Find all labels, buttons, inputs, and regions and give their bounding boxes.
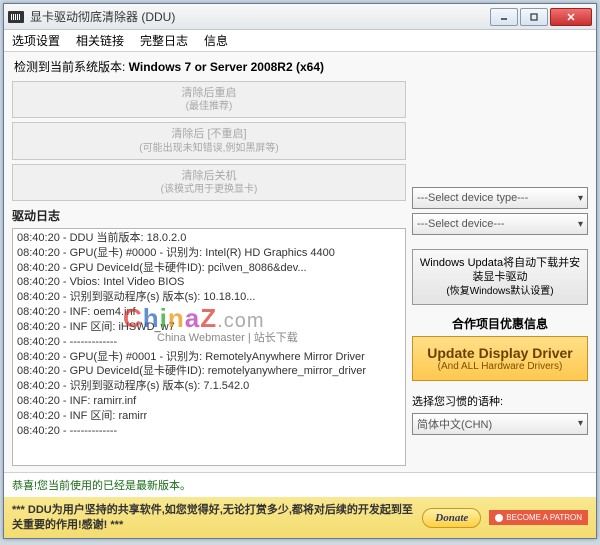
log-label: 驱动日志 [12, 207, 406, 224]
log-line: 08:40:20 - GPU(显卡) #0001 - 识别为: Remotely… [17, 350, 401, 365]
log-line: 08:40:20 - ------------- [17, 335, 401, 350]
log-line: 08:40:20 - 识别到驱动程序(s) 版本(s): 7.1.542.0 [17, 379, 401, 394]
window-title: 显卡驱动彻底清除器 (DDU) [30, 8, 490, 25]
donate-button[interactable]: Donate [422, 508, 481, 528]
device-select[interactable]: ---Select device--- [412, 213, 588, 235]
close-button[interactable] [550, 8, 592, 26]
version-prefix: 检测到当前系统版本: [14, 60, 129, 74]
clear-restart-button: 清除后重启 (最佳推荐) [12, 81, 406, 118]
menu-options[interactable]: 选项设置 [12, 32, 60, 49]
log-line: 08:40:20 - ------------- [17, 424, 401, 439]
language-label: 选择您习惯的语种: [412, 393, 588, 409]
device-type-select[interactable]: ---Select device type--- [412, 187, 588, 209]
menu-links[interactable]: 相关链接 [76, 32, 124, 49]
patron-button[interactable]: BECOME A PATRON [489, 510, 588, 525]
update-driver-button[interactable]: Update Display Driver (And ALL Hardware … [412, 336, 588, 381]
minimize-button[interactable] [490, 8, 518, 26]
clear-norestart-button: 清除后 [不重启] (可能出现未知错误,例如黑屏等) [12, 122, 406, 159]
main-area: 清除后重启 (最佳推荐) 清除后 [不重启] (可能出现未知错误,例如黑屏等) … [4, 81, 596, 472]
app-icon [8, 11, 24, 23]
version-row: 检测到当前系统版本: Windows 7 or Server 2008R2 (x… [4, 52, 596, 81]
log-line: 08:40:20 - INF: oem4.inf [17, 305, 401, 320]
footer: *** DDU为用户坚持的共享软件,如您觉得好,无论打赏多少,都将对后续的开发起… [4, 497, 596, 538]
right-column: ---Select device type--- ---Select devic… [412, 81, 588, 466]
content-area: 检测到当前系统版本: Windows 7 or Server 2008R2 (x… [4, 52, 596, 538]
windows-update-button[interactable]: Windows Updata将自动下载并安装显卡驱动 (恢复Windows默认设… [412, 249, 588, 305]
menubar: 选项设置 相关链接 完整日志 信息 [4, 30, 596, 52]
window-controls [490, 8, 592, 26]
log-box[interactable]: 08:40:20 - DDU 当前版本: 18.0.2.0 08:40:20 -… [12, 228, 406, 467]
version-value: Windows 7 or Server 2008R2 (x64) [129, 60, 324, 74]
left-column: 清除后重启 (最佳推荐) 清除后 [不重启] (可能出现未知错误,例如黑屏等) … [12, 81, 406, 466]
status-bar: 恭喜!您当前使用的已经是最新版本。 [4, 472, 596, 497]
menu-logs[interactable]: 完整日志 [140, 32, 188, 49]
titlebar: 显卡驱动彻底清除器 (DDU) [4, 4, 596, 30]
clear-shutdown-button: 清除后关机 (该模式用于更换显卡) [12, 164, 406, 201]
log-line: 08:40:20 - GPU DeviceId(显卡硬件ID): remotel… [17, 364, 401, 379]
footer-text: *** DDU为用户坚持的共享软件,如您觉得好,无论打赏多少,都将对后续的开发起… [12, 503, 414, 532]
log-line: 08:40:20 - GPU DeviceId(显卡硬件ID): pci\ven… [17, 261, 401, 276]
log-line: 08:40:20 - INF: ramirr.inf [17, 394, 401, 409]
app-window: 显卡驱动彻底清除器 (DDU) 选项设置 相关链接 完整日志 信息 检测到当前系… [3, 3, 597, 539]
partner-label: 合作项目优惠信息 [412, 315, 588, 332]
log-line: 08:40:20 - DDU 当前版本: 18.0.2.0 [17, 231, 401, 246]
maximize-button[interactable] [520, 8, 548, 26]
log-line: 08:40:20 - GPU(显卡) #0000 - 识别为: Intel(R)… [17, 246, 401, 261]
menu-info[interactable]: 信息 [204, 32, 228, 49]
log-line: 08:40:20 - Vbios: Intel Video BIOS [17, 275, 401, 290]
language-select[interactable]: 简体中文(CHN) [412, 413, 588, 435]
log-line: 08:40:20 - INF 区间: iHSWD_w7 [17, 320, 401, 335]
log-line: 08:40:20 - INF 区间: ramirr [17, 409, 401, 424]
log-line: 08:40:20 - 识别到驱动程序(s) 版本(s): 10.18.10... [17, 290, 401, 305]
